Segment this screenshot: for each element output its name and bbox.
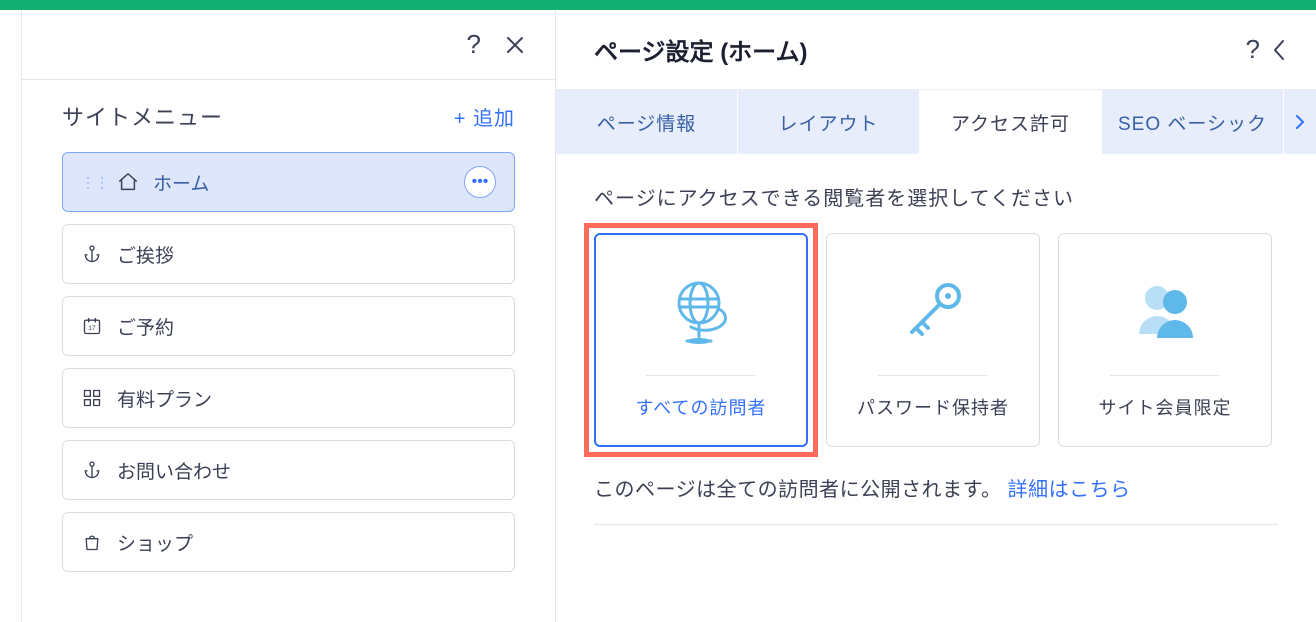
sidebar-item-3[interactable]: 有料プラン: [62, 368, 515, 428]
close-icon[interactable]: [505, 35, 525, 55]
sidebar-item-label: ご挨拶: [117, 241, 174, 268]
help-icon[interactable]: ?: [1246, 34, 1260, 65]
tabs-scroll-right[interactable]: [1284, 90, 1316, 154]
access-option-1[interactable]: パスワード保持者: [826, 233, 1040, 447]
tab-2[interactable]: アクセス許可: [920, 90, 1102, 154]
sidebar-item-label: ショップ: [117, 529, 193, 556]
help-icon[interactable]: ?: [467, 29, 481, 60]
edge-column: [0, 10, 22, 622]
sidebar-item-label: お問い合わせ: [117, 457, 231, 484]
bag-icon: [81, 531, 103, 553]
back-icon[interactable]: [1272, 39, 1286, 61]
site-menu-title: サイトメニュー: [62, 100, 223, 132]
add-page-button[interactable]: + 追加: [454, 102, 515, 131]
key-icon: [898, 261, 968, 361]
page-settings-panel: ページ設定 (ホーム) ? ページ情報レイアウトアクセス許可SEO ベーシック …: [556, 10, 1316, 622]
more-options-button[interactable]: •••: [464, 166, 496, 198]
tab-1[interactable]: レイアウト: [738, 90, 920, 154]
anchor-icon: [81, 243, 103, 265]
members-icon: [1127, 261, 1203, 361]
sidebar-item-5[interactable]: ショップ: [62, 512, 515, 572]
access-option-label: すべての訪問者: [635, 394, 766, 420]
footer-text: このページは全ての訪問者に公開されます。: [594, 479, 1008, 501]
sidebar-item-label: ご予約: [117, 313, 174, 340]
drag-handle-icon[interactable]: ⋮⋮: [81, 174, 109, 191]
svg-text:17: 17: [88, 325, 96, 332]
access-option-label: パスワード保持者: [857, 394, 1009, 420]
sidebar-item-1[interactable]: ご挨拶: [62, 224, 515, 284]
access-option-2[interactable]: サイト会員限定: [1058, 233, 1272, 447]
sidebar-item-4[interactable]: お問い合わせ: [62, 440, 515, 500]
sidebar-item-label: 有料プラン: [117, 385, 212, 412]
access-prompt: ページにアクセスできる閲覧者を選択してください: [594, 182, 1278, 211]
site-menu-panel: ? サイトメニュー + 追加 ⋮⋮ ホーム ••• ご挨拶 17 ご予約有料プランお問い合…: [22, 10, 556, 622]
tab-3[interactable]: SEO ベーシック: [1102, 90, 1284, 154]
access-footer: このページは全ての訪問者に公開されます。 詳細はこちら: [594, 473, 1278, 525]
calendar-icon: 17: [81, 315, 103, 337]
tab-0[interactable]: ページ情報: [556, 90, 738, 154]
home-icon: [117, 171, 139, 193]
learn-more-link[interactable]: 詳細はこちら: [1008, 479, 1131, 501]
globe-icon: [661, 261, 741, 361]
access-option-0[interactable]: すべての訪問者: [594, 233, 808, 447]
page-settings-title: ページ設定 (ホーム): [594, 32, 807, 67]
sidebar-item-0[interactable]: ⋮⋮ ホーム •••: [62, 152, 515, 212]
sidebar-item-label: ホーム: [153, 169, 209, 196]
grid-icon: [81, 387, 103, 409]
sidebar-item-2[interactable]: 17 ご予約: [62, 296, 515, 356]
anchor-icon: [81, 459, 103, 481]
access-option-label: サイト会員限定: [1099, 394, 1232, 420]
